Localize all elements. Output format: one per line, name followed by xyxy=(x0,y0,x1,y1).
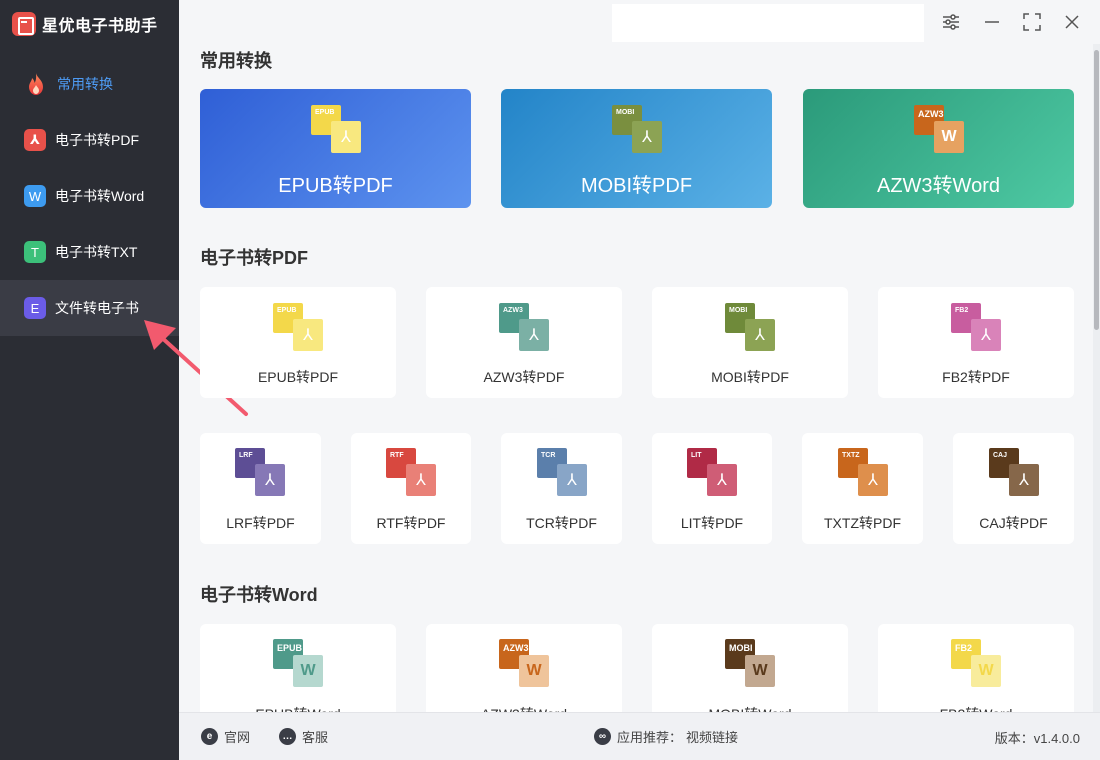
sidebar-item-label: 电子书转Word xyxy=(55,188,145,204)
card-txtz-to-pdf[interactable]: TXTZ ⅄ TXTZ转PDF xyxy=(802,433,923,544)
card-label: EPUB转PDF xyxy=(257,369,339,385)
rtf-file-icon: RTF ⅄ xyxy=(386,448,436,496)
card-fb2-to-pdf[interactable]: FB2 ⅄ FB2转PDF xyxy=(878,287,1074,398)
hero-card-azw3-to-word[interactable]: AZW3 W AZW3转Word xyxy=(803,89,1074,208)
azw3-file-icon: AZW3 W xyxy=(914,105,964,153)
txtz-file-icon: TXTZ ⅄ xyxy=(838,448,888,496)
sidebar-nav: 常用转换 ⅄ 电子书转PDF W 电子书转Word T 电子书转TXT E 文件… xyxy=(0,56,179,336)
card-label: AZW3转Word xyxy=(426,704,622,712)
card-mobi-to-pdf[interactable]: MOBI ⅄ MOBI转PDF xyxy=(652,287,848,398)
ebook-icon: E xyxy=(24,297,46,319)
link-icon: ∞ xyxy=(594,728,611,745)
sidebar-item-label: 电子书转TXT xyxy=(55,244,138,260)
card-label: TCR转PDF xyxy=(526,515,597,531)
sidebar-item-label: 常用转换 xyxy=(57,76,113,92)
main-content: 常用转换 EPUB ⅄ EPUB转PDF MOBI ⅄ MOBI转PDF AZW… xyxy=(179,44,1091,712)
section-title-to-word: 电子书转Word xyxy=(200,585,318,605)
epub-file-icon: EPUB ⅄ xyxy=(273,303,323,351)
hero-card-label: EPUB转PDF xyxy=(278,175,393,197)
title-search-box[interactable] xyxy=(612,4,924,42)
card-label: AZW3转PDF xyxy=(483,369,565,385)
epub-file-icon: EPUB ⅄ xyxy=(311,105,361,153)
card-label: EPUB转Word xyxy=(200,704,396,712)
support-label: 客服 xyxy=(302,730,329,745)
hero-card-label: MOBI转PDF xyxy=(580,175,693,197)
section-title-common: 常用转换 xyxy=(200,51,272,71)
card-label: CAJ转PDF xyxy=(979,515,1048,531)
hero-card-epub-to-pdf[interactable]: EPUB ⅄ EPUB转PDF xyxy=(200,89,471,208)
chat-icon: … xyxy=(279,728,296,745)
sidebar-item-ebook-to-word[interactable]: W 电子书转Word xyxy=(0,168,179,224)
section-title-to-pdf: 电子书转PDF xyxy=(200,248,308,268)
support-link[interactable]: … 客服 xyxy=(279,727,328,746)
flame-icon xyxy=(29,73,43,95)
caj-file-icon: CAJ ⅄ xyxy=(989,448,1039,496)
website-label: 官网 xyxy=(224,730,251,745)
azw3-file-icon: AZW3 W xyxy=(499,639,549,687)
close-icon[interactable] xyxy=(1061,11,1083,33)
settings-icon[interactable] xyxy=(940,11,962,33)
card-mobi-to-word[interactable]: MOBI W MOBI转Word xyxy=(652,624,848,712)
video-link[interactable]: 视频链接 xyxy=(686,727,738,746)
card-tcr-to-pdf[interactable]: TCR ⅄ TCR转PDF xyxy=(501,433,622,544)
card-azw3-to-pdf[interactable]: AZW3 ⅄ AZW3转PDF xyxy=(426,287,622,398)
sidebar-item-label: 文件转电子书 xyxy=(55,300,139,316)
card-rtf-to-pdf[interactable]: RTF ⅄ RTF转PDF xyxy=(351,433,471,544)
version-label: 版本：v1.4.0.0 xyxy=(994,731,1080,746)
mobi-file-icon: MOBI ⅄ xyxy=(612,105,662,153)
hero-card-mobi-to-pdf[interactable]: MOBI ⅄ MOBI转PDF xyxy=(501,89,772,208)
app-logo-icon xyxy=(12,12,36,36)
card-azw3-to-word[interactable]: AZW3 W AZW3转Word xyxy=(426,624,622,712)
epub-file-icon: EPUB W xyxy=(273,639,323,687)
app-title: 星优电子书助手 xyxy=(42,18,158,35)
recommend-label: 应用推荐： xyxy=(617,730,683,745)
sidebar-item-ebook-to-txt[interactable]: T 电子书转TXT xyxy=(0,224,179,280)
footer: e 官网 … 客服 ∞ 应用推荐： 视频链接 版本：v1.4.0.0 xyxy=(179,712,1100,760)
recommend-link[interactable]: ∞ 应用推荐： 视频链接 xyxy=(594,727,738,746)
card-lrf-to-pdf[interactable]: LRF ⅄ LRF转PDF xyxy=(200,433,321,544)
fb2-file-icon: FB2 ⅄ xyxy=(951,303,1001,351)
card-label: FB2转PDF xyxy=(942,369,1010,385)
azw3-file-icon: AZW3 ⅄ xyxy=(499,303,549,351)
word-icon: W xyxy=(24,185,46,207)
card-lit-to-pdf[interactable]: LIT ⅄ LIT转PDF xyxy=(652,433,772,544)
card-label: LRF转PDF xyxy=(226,515,295,531)
lrf-file-icon: LRF ⅄ xyxy=(235,448,285,496)
tcr-file-icon: TCR ⅄ xyxy=(537,448,587,496)
fb2-file-icon: FB2 W xyxy=(951,639,1001,687)
app-brand: 星优电子书助手 xyxy=(12,10,158,38)
card-caj-to-pdf[interactable]: CAJ ⅄ CAJ转PDF xyxy=(953,433,1074,544)
hero-card-label: AZW3转Word xyxy=(877,175,1000,197)
card-label: RTF转PDF xyxy=(376,515,446,531)
card-label: MOBI转Word xyxy=(652,704,848,712)
txt-icon: T xyxy=(24,241,46,263)
mobi-file-icon: MOBI ⅄ xyxy=(725,303,775,351)
scrollbar-thumb[interactable] xyxy=(1094,50,1099,330)
mobi-file-icon: MOBI W xyxy=(725,639,775,687)
card-label: FB2转Word xyxy=(878,704,1074,712)
sidebar-item-common[interactable]: 常用转换 xyxy=(0,56,179,112)
card-fb2-to-word[interactable]: FB2 W FB2转Word xyxy=(878,624,1074,712)
card-epub-to-word[interactable]: EPUB W EPUB转Word xyxy=(200,624,396,712)
card-label: LIT转PDF xyxy=(680,515,744,531)
pdf-icon: ⅄ xyxy=(24,129,46,151)
minimize-icon[interactable] xyxy=(981,11,1003,33)
globe-icon: e xyxy=(201,728,218,745)
lit-file-icon: LIT ⅄ xyxy=(687,448,737,496)
sidebar-item-label: 电子书转PDF xyxy=(55,132,139,148)
card-epub-to-pdf[interactable]: EPUB ⅄ EPUB转PDF xyxy=(200,287,396,398)
website-link[interactable]: e 官网 xyxy=(201,727,250,746)
sidebar-item-ebook-to-pdf[interactable]: ⅄ 电子书转PDF xyxy=(0,112,179,168)
card-label: TXTZ转PDF xyxy=(824,515,901,531)
card-label: MOBI转PDF xyxy=(711,369,789,385)
maximize-icon[interactable] xyxy=(1021,11,1043,33)
